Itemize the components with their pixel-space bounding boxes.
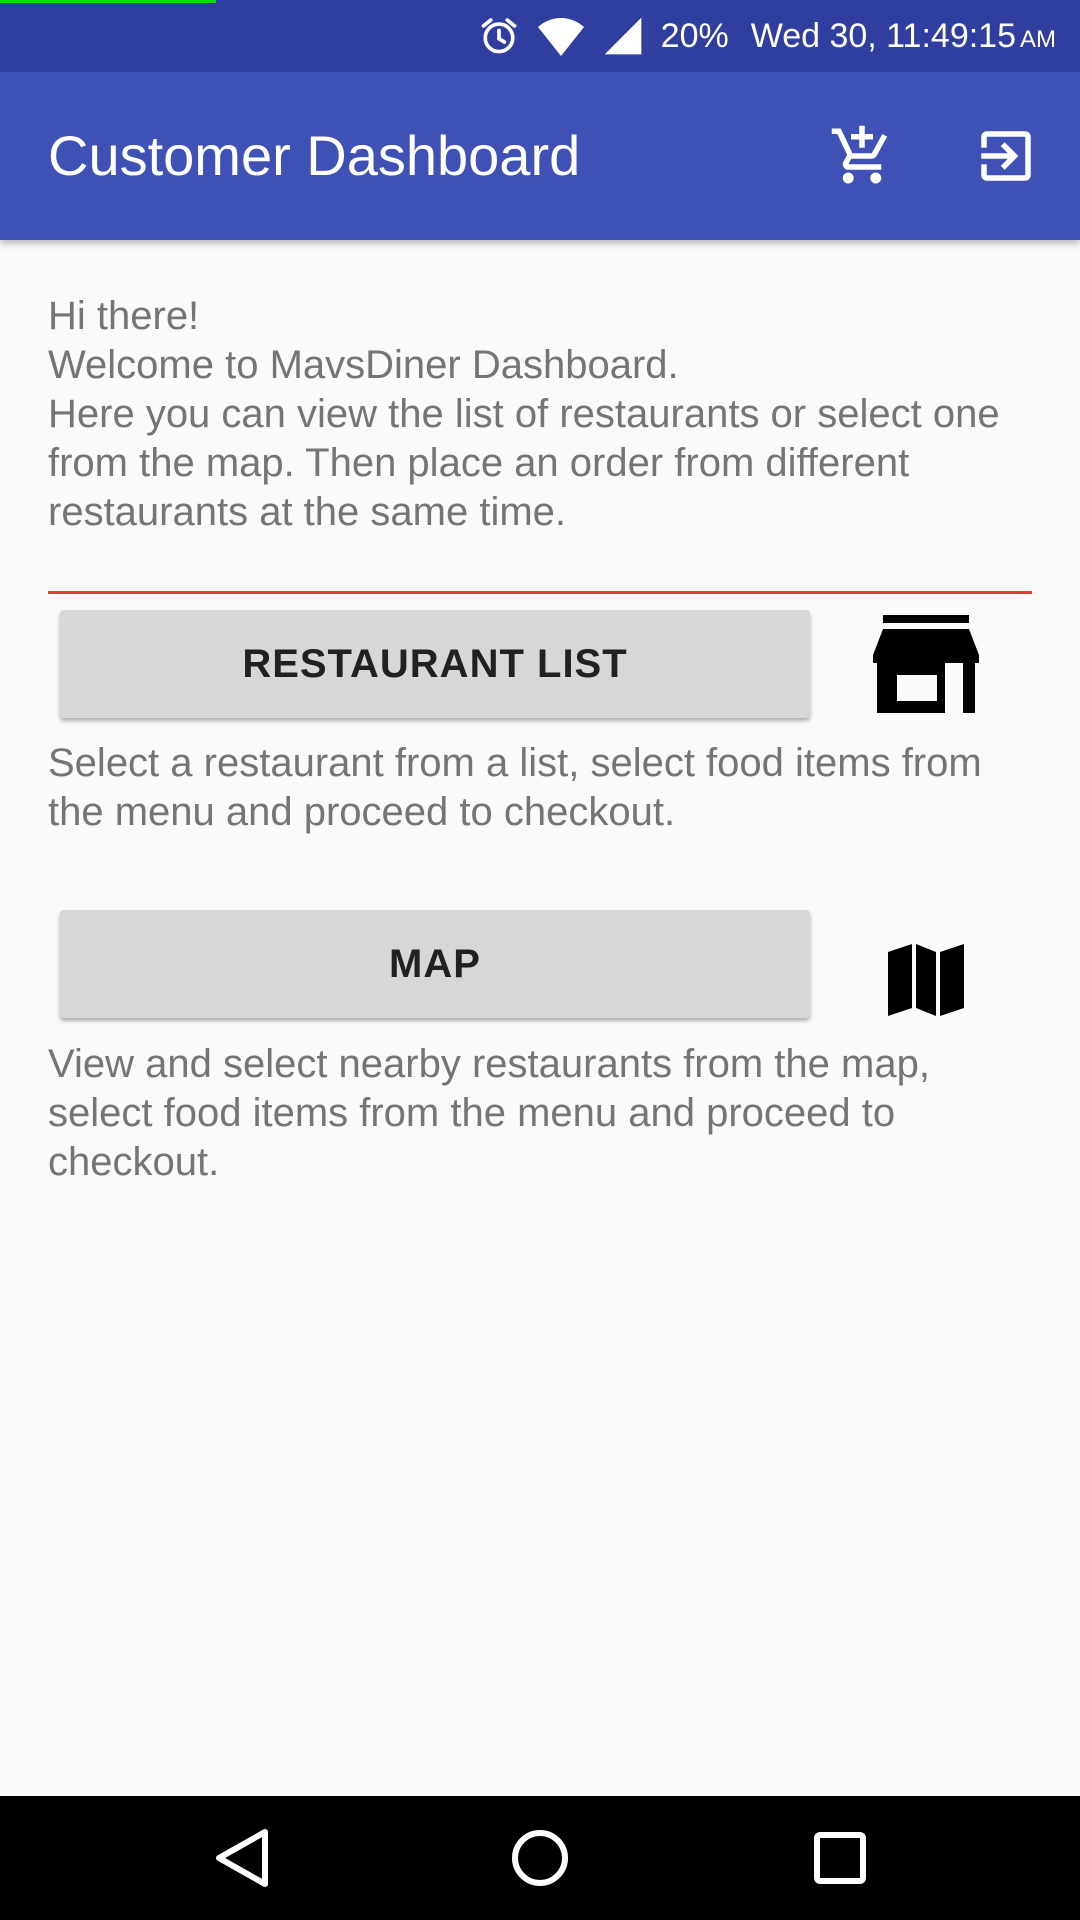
add-to-cart-button[interactable]: [820, 114, 904, 198]
status-time-text: Wed 30, 11:49:15: [750, 16, 1016, 55]
status-progress-indicator: [0, 0, 216, 3]
home-icon: [512, 1830, 568, 1886]
wifi-icon: [537, 14, 585, 58]
map-button[interactable]: MAP: [60, 910, 810, 1018]
restaurant-list-description: Select a restaurant from a list, select …: [48, 741, 982, 834]
restaurant-list-button[interactable]: RESTAURANT LIST: [60, 610, 810, 718]
nav-home-button[interactable]: [492, 1818, 588, 1898]
exit-icon: [981, 131, 1031, 181]
status-bar-right: 20% Wed 30, 11:49:15 AM: [477, 0, 1056, 72]
alarm-icon: [477, 14, 521, 58]
status-clock: Wed 30, 11:49:15 AM: [751, 17, 1056, 56]
customer-dashboard-screen: 20% Wed 30, 11:49:15 AM Customer Dashboar…: [0, 0, 1080, 1920]
dashboard-content: Hi there! Welcome to MavsDiner Dashboard…: [0, 240, 1080, 1796]
status-ampm: AM: [1020, 25, 1056, 53]
cell-signal-icon: [601, 14, 645, 58]
battery-percentage: 20%: [660, 16, 729, 55]
nav-back-button[interactable]: [194, 1818, 290, 1898]
add-to-cart-icon: [831, 125, 888, 184]
logout-button[interactable]: [964, 114, 1048, 198]
map-icon: [866, 930, 986, 1030]
recents-icon: [814, 1832, 866, 1884]
section-divider: [48, 591, 1032, 594]
map-description: View and select nearby restaurants from …: [48, 1042, 930, 1184]
page-title: Customer Dashboard: [48, 124, 581, 187]
app-bar: Customer Dashboard: [0, 72, 1080, 240]
status-bar: 20% Wed 30, 11:49:15 AM: [0, 0, 1080, 72]
navigation-bar: [0, 1796, 1080, 1920]
welcome-message: Hi there! Welcome to MavsDiner Dashboard…: [48, 294, 1000, 534]
nav-recents-button[interactable]: [792, 1818, 888, 1898]
back-icon: [216, 1829, 268, 1887]
store-icon: [866, 610, 986, 718]
